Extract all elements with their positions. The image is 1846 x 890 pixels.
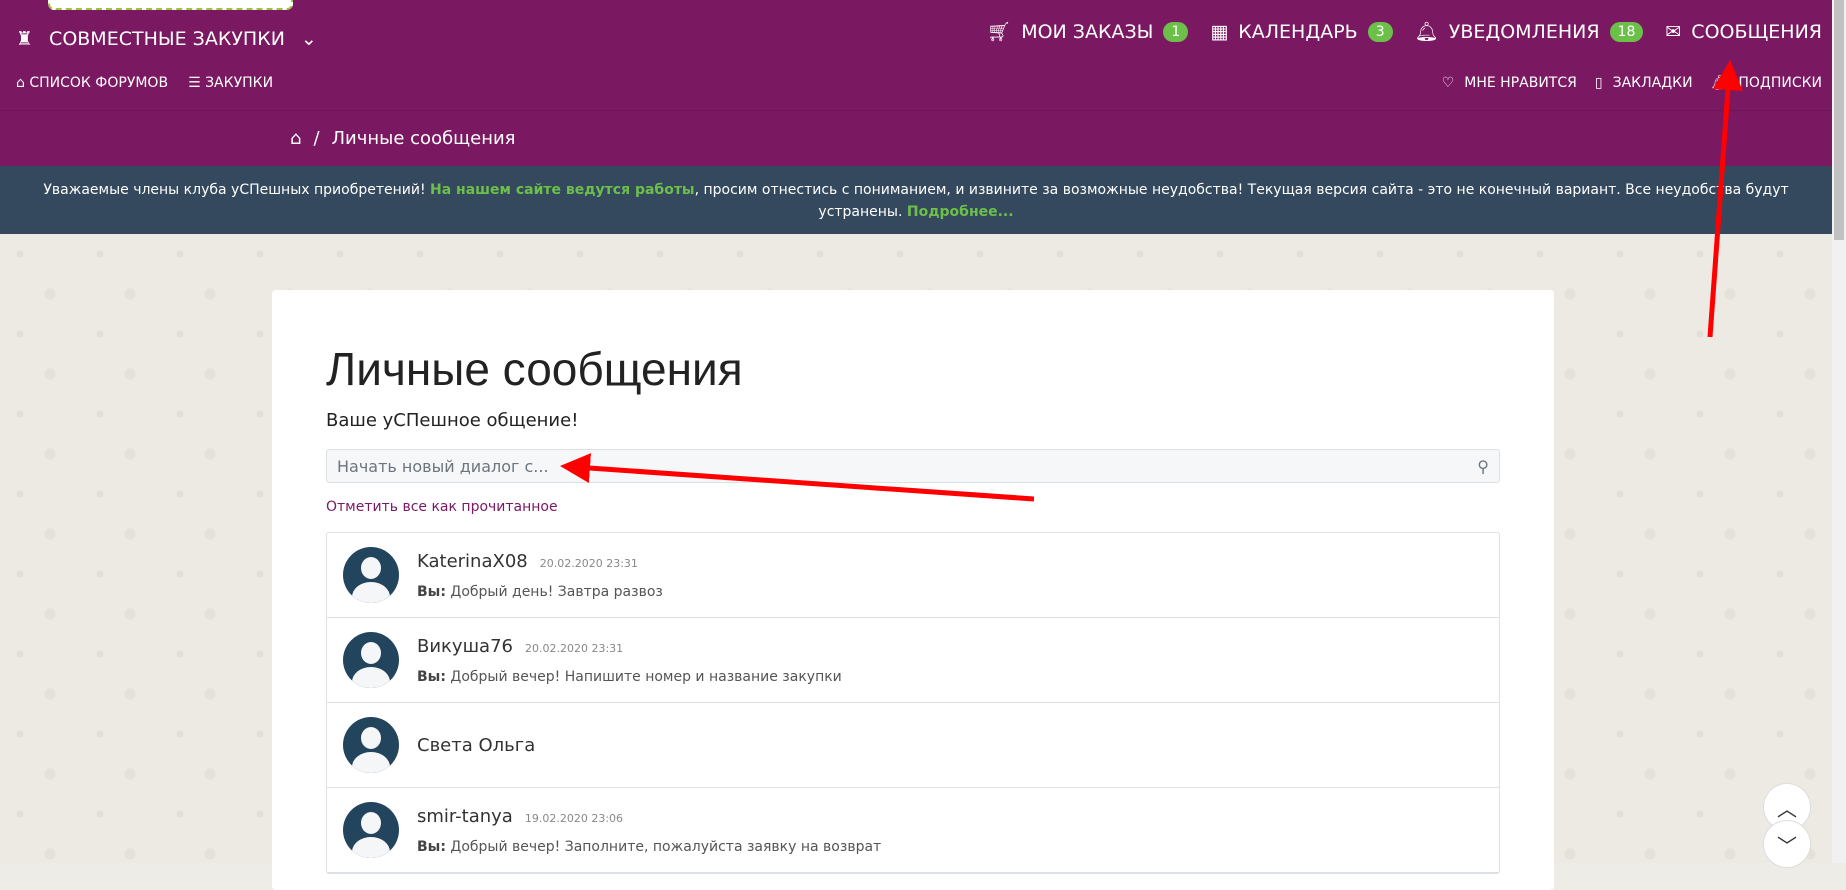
nav-messages[interactable]: ✉ СООБЩЕНИЯ [1665,21,1822,43]
dialog-list: KaterinaX08 20.02.2020 23:31 Вы: Добрый де… [326,532,1500,874]
bookmarks-label: ЗАКЛАДКИ [1612,75,1693,91]
breadcrumb-current: Личные сообщения [331,128,516,149]
avatar [343,547,399,603]
menu-icon: ☰ [188,75,206,91]
dialog-last-message: Добрый вечер! Напишите номер и название … [450,668,842,685]
notifications-badge: 18 [1609,21,1644,42]
notice-banner: Уважаемые члены клуба уСПешных приобрете… [0,166,1832,234]
breadcrumb: ⌂ / Личные сообщения [0,110,1832,166]
dialog-name[interactable]: smir-tanya [417,806,513,827]
nav-notifications[interactable]: 🔔︎ УВЕДОМЛЕНИЯ 18 [1415,20,1644,43]
dialog-item[interactable]: Викуша76 20.02.2020 23:31 Вы: Добрый вечер… [327,618,1499,703]
mark-all-read-link[interactable]: Отметить все как прочитанное [326,499,1500,515]
forums-label: СПИСОК ФОРУМОВ [29,75,169,91]
chevron-down-icon: ﹀ [1777,833,1797,858]
new-dialog-input[interactable]: Начать новый диалог с... ⚲ [326,449,1500,483]
dialog-name[interactable]: KaterinaX08 [417,551,528,572]
nav-purchases[interactable]: ☰ ЗАКУПКИ [188,75,273,91]
orders-label: МОИ ЗАКАЗЫ [1021,20,1154,43]
site-logo[interactable] [48,0,293,10]
messages-card: Личные сообщения Ваше уСПешное общение! … [272,290,1554,890]
page-subtitle: Ваше уСПешное общение! [326,410,579,431]
dialog-last-message: Добрый день! Завтра развоз [450,583,663,600]
nav-likes[interactable]: ♡ МНЕ НРАВИТСЯ [1442,75,1577,91]
scrollbar[interactable] [1832,0,1846,863]
dialog-date: 20.02.2020 23:31 [524,641,624,655]
home-icon[interactable]: ⌂ [290,128,301,149]
calendar-badge: 3 [1367,21,1393,42]
chevron-up-icon: ︿ [1777,796,1797,821]
scrollbar-thumb[interactable] [1834,0,1844,240]
subscriptions-label: ПОДПИСКИ [1738,75,1822,91]
nav-bookmarks[interactable]: ▯ ЗАКЛАДКИ [1595,75,1693,91]
message-prefix: Вы: [417,838,446,855]
avatar [343,632,399,688]
heart-icon: ♡ [1441,75,1455,91]
calendar-label: КАЛЕНДАРЬ [1238,20,1358,43]
dialog-item[interactable]: Света Ольга [327,703,1499,788]
user-icon: ♜ [16,28,34,50]
dialog-name[interactable]: Викуша76 [417,636,513,657]
likes-label: МНЕ НРАВИТСЯ [1464,75,1577,91]
orders-badge: 1 [1163,21,1189,42]
page-title: Личные сообщения [326,343,743,395]
avatar [343,717,399,773]
section-label[interactable]: СОВМЕСТНЫЕ ЗАКУПКИ [49,28,285,50]
calendar-icon: ▦ [1210,20,1229,43]
cart-icon: 🛒︎ [987,21,1012,43]
dialog-name[interactable]: Света Ольга [417,735,535,756]
scroll-down-button[interactable]: ﹀ [1763,820,1811,868]
purchases-label: ЗАКУПКИ [205,75,274,91]
banner-highlight: На нашем сайте ведутся работы [430,182,695,198]
search-placeholder: Начать новый диалог с... [337,456,549,476]
bell-icon: 🔔︎ [1414,21,1439,43]
nav-subscriptions[interactable]: 🔔︎ ПОДПИСКИ [1711,75,1822,91]
header: ♜ СОВМЕСТНЫЕ ЗАКУПКИ ⌄ ⌂ СПИСОК ФОРУМОВ … [0,0,1832,166]
banner-text: Уважаемые члены клуба уСПешных приобрете… [43,182,431,198]
nav-orders[interactable]: 🛒︎ МОИ ЗАКАЗЫ 1 [987,20,1189,43]
notifications-label: УВЕДОМЛЕНИЯ [1448,20,1600,43]
message-prefix: Вы: [417,583,446,600]
dialog-date: 20.02.2020 23:31 [539,556,638,570]
section-menu[interactable]: ♜ СОВМЕСТНЫЕ ЗАКУПКИ ⌄ [16,28,317,50]
bell-icon: 🔔︎ [1710,75,1729,91]
nav-calendar[interactable]: ▦ КАЛЕНДАРЬ 3 [1210,20,1393,43]
chevron-down-icon[interactable]: ⌄ [301,28,317,50]
search-icon[interactable]: ⚲ [1477,457,1489,476]
dialog-item[interactable]: smir-tanya 19.02.2020 23:06 Вы: Добрый веч… [327,788,1499,873]
messages-label: СООБЩЕНИЯ [1691,20,1822,43]
dialog-item[interactable]: KaterinaX08 20.02.2020 23:31 Вы: Добрый де… [327,533,1499,618]
avatar [343,802,399,858]
bookmark-icon: ▯ [1594,75,1603,91]
dialog-last-message: Добрый вечер! Заполните, пожалуйста заяв… [450,838,882,855]
banner-text-2: , просим отнестись с пониманием, и извин… [694,182,1789,220]
breadcrumb-separator: / [313,128,320,149]
dialog-date: 19.02.2020 23:06 [524,811,624,825]
banner-more-link[interactable]: Подробнее... [907,204,1014,220]
message-prefix: Вы: [417,668,446,685]
nav-forums[interactable]: ⌂ СПИСОК ФОРУМОВ [16,75,168,91]
envelope-icon: ✉ [1665,20,1682,43]
home-icon: ⌂ [16,75,30,91]
